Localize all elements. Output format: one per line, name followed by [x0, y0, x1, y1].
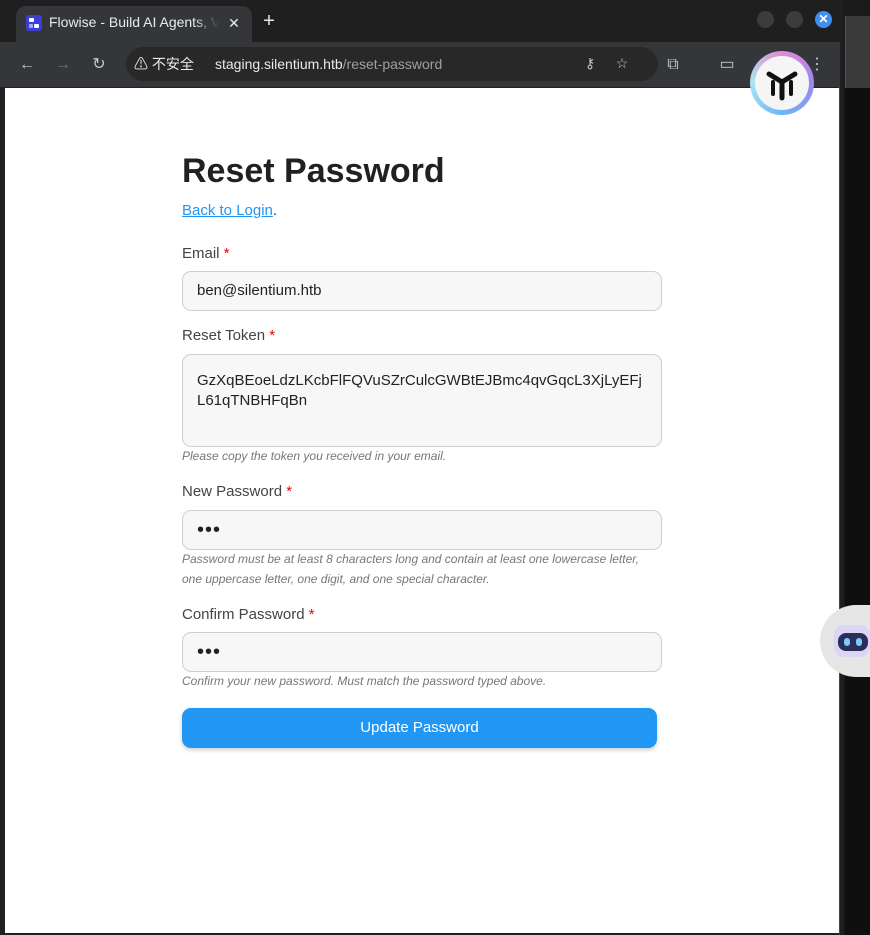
- reload-icon[interactable]: ↻: [88, 54, 110, 76]
- email-label: Email *: [182, 245, 230, 262]
- reset-token-label: Reset Token *: [182, 327, 275, 344]
- extension-badge-icon[interactable]: [750, 51, 814, 115]
- logo-icon: [766, 71, 798, 101]
- robot-icon: [834, 625, 870, 657]
- update-password-button[interactable]: Update Password: [182, 708, 657, 748]
- robot-visor: [838, 633, 868, 651]
- browser-toolbar: ← → ↻ ⚠ 不安全 staging.silentium.htb/reset-…: [0, 42, 840, 87]
- address-bar[interactable]: ⚠ 不安全 staging.silentium.htb/reset-passwo…: [126, 47, 658, 81]
- page-viewport: Reset Password Back to Login. Email * be…: [5, 88, 839, 933]
- window-minimize-button[interactable]: [757, 11, 774, 28]
- email-label-text: Email: [182, 245, 220, 262]
- back-to-login-link[interactable]: Back to Login: [182, 202, 273, 219]
- new-password-field[interactable]: •••: [182, 510, 662, 550]
- background-window-body: [845, 88, 870, 935]
- puzzle-icon[interactable]: ⧉: [662, 54, 684, 76]
- star-icon[interactable]: ☆: [612, 53, 632, 73]
- security-label: 不安全: [151, 56, 194, 72]
- robot-eye: [856, 638, 862, 646]
- confirm-password-label: Confirm Password *: [182, 606, 315, 623]
- required-mark: *: [223, 245, 230, 262]
- back-suffix: .: [272, 202, 278, 219]
- window-close-button[interactable]: ✕: [815, 11, 832, 28]
- email-field[interactable]: ben@silentium.htb: [182, 271, 662, 311]
- forward-icon[interactable]: →: [52, 54, 74, 76]
- confirm-password-help: Confirm your new password. Must match th…: [182, 674, 547, 688]
- required-mark: *: [286, 483, 293, 500]
- new-tab-icon[interactable]: +: [257, 9, 281, 33]
- background-window: [843, 0, 870, 935]
- flowise-favicon-icon: [26, 15, 42, 31]
- reset-token-label-text: Reset Token: [182, 327, 266, 344]
- tab-strip: Flowise - Build AI Agents, Visually ✕ + …: [0, 0, 840, 42]
- url-host: staging.silentium.htb: [215, 56, 343, 72]
- url-path: /reset-password: [342, 56, 443, 72]
- tab-close-icon[interactable]: ✕: [224, 13, 244, 33]
- extension-badge-inner: [755, 56, 809, 110]
- required-mark: *: [269, 327, 276, 344]
- warning-icon: ⚠: [134, 56, 148, 72]
- back-to-login-line: Back to Login.: [182, 202, 277, 219]
- confirm-password-field[interactable]: •••: [182, 632, 662, 672]
- new-password-help: Password must be at least 8 characters l…: [182, 552, 639, 586]
- back-icon[interactable]: ←: [16, 54, 38, 76]
- required-mark: *: [308, 606, 315, 623]
- window-maximize-button[interactable]: [786, 11, 803, 28]
- browser-window: Flowise - Build AI Agents, Visually ✕ + …: [0, 0, 840, 935]
- key-icon[interactable]: ⚷: [580, 53, 600, 73]
- reset-token-help: Please copy the token you received in yo…: [182, 449, 447, 463]
- page-title: Reset Password: [182, 152, 445, 190]
- reset-token-field[interactable]: GzXqBEoeLdzLKcbFlFQVuSZrCulcGWBtEJBmc4qv…: [182, 354, 662, 447]
- tab-title: Flowise - Build AI Agents, Visually: [49, 14, 219, 30]
- url-text[interactable]: staging.silentium.htb/reset-password: [215, 56, 442, 72]
- robot-eye: [844, 638, 850, 646]
- tab-search-icon[interactable]: ▭: [716, 54, 738, 76]
- new-password-label-text: New Password: [182, 483, 283, 500]
- background-window-toolbar: [845, 16, 870, 88]
- new-password-label: New Password *: [182, 483, 292, 500]
- tab-flowise[interactable]: Flowise - Build AI Agents, Visually ✕: [16, 6, 252, 42]
- security-indicator[interactable]: ⚠ 不安全: [134, 54, 194, 74]
- confirm-password-label-text: Confirm Password: [182, 606, 305, 623]
